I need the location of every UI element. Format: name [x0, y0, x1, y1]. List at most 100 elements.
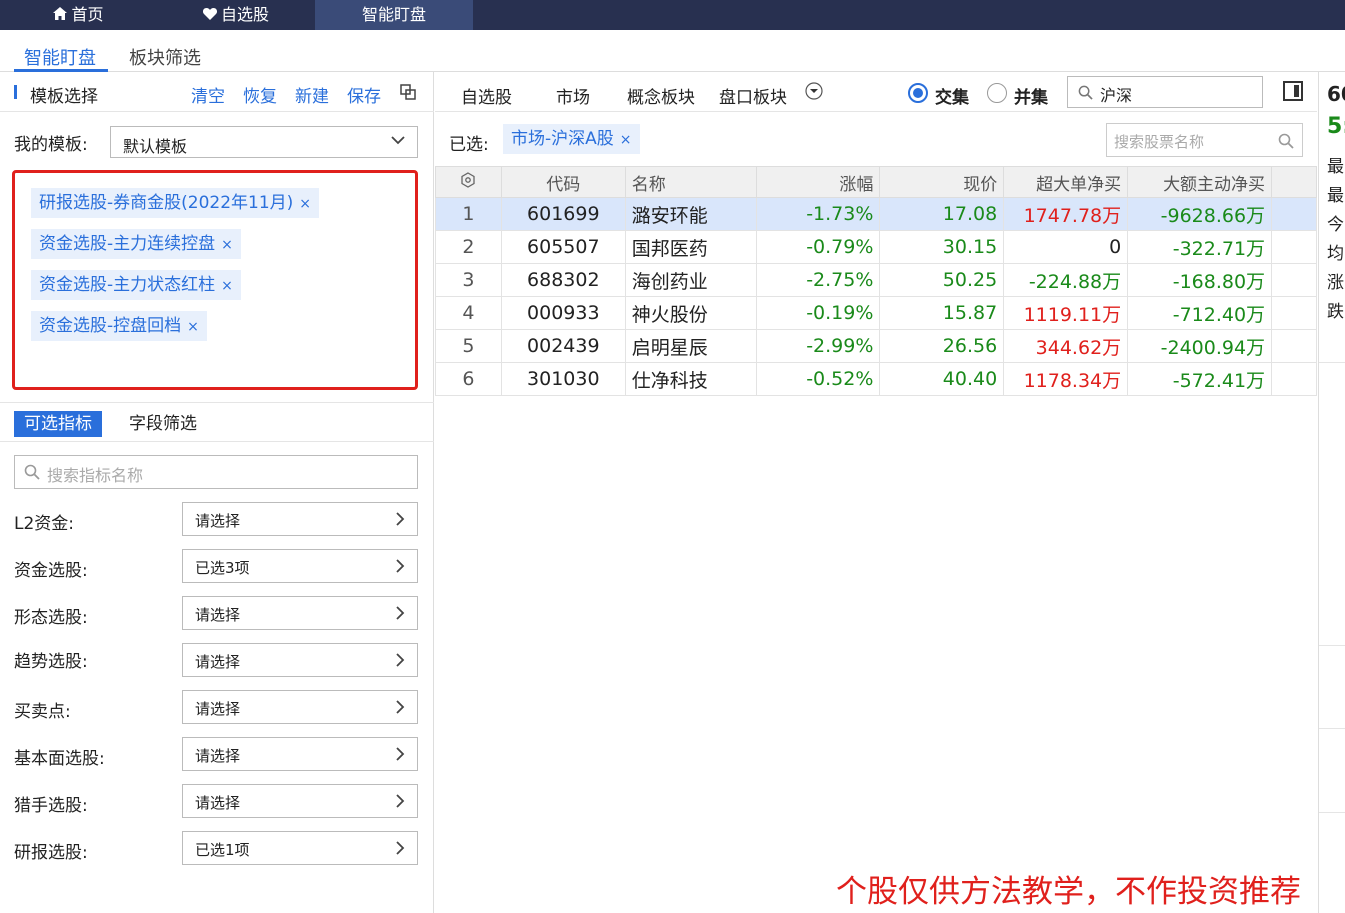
stock-code: 000933 [500, 296, 626, 330]
stock-code: 601699 [500, 197, 626, 231]
big-active-net-buy: -168.80万 [1127, 263, 1273, 297]
tab-available-indicators[interactable]: 可选指标 [14, 411, 102, 437]
table-row[interactable]: 2 605507 国邦医药 -0.79% 30.15 0 -322.71万 [435, 230, 1317, 264]
template-tag-label: 资金选股-主力状态红柱 [39, 275, 216, 295]
filter-select[interactable]: 请选择 [182, 690, 418, 724]
template-header: 模板选择 清空 恢复 新建 保存 [0, 72, 434, 112]
selected-market-tag[interactable]: 市场-沪深A股 × [503, 124, 640, 154]
column-header-big-active-net-buy[interactable]: 大额主动净买 [1127, 166, 1273, 198]
column-header-name[interactable]: 名称 [624, 166, 757, 198]
search-icon [1078, 85, 1093, 100]
tab-home[interactable]: 首页 [0, 0, 157, 30]
table-row[interactable]: 6 301030 仕净科技 -0.52% 40.40 1178.34万 -572.41万 [435, 362, 1317, 396]
clear-button[interactable]: 清空 [191, 82, 225, 107]
selected-template-box: 研报选股-券商金股(2022年11月) × 资金选股-主力连续控盘 × 资金选股-主… [12, 170, 418, 390]
market-tab-bar: 自选股 市场 概念板块 盘口板块 交集 并集 沪深 [435, 72, 1317, 112]
column-header-price[interactable]: 现价 [879, 166, 1005, 198]
filter-select[interactable]: 请选择 [182, 502, 418, 536]
indicator-search-placeholder: 搜索指标名称 [47, 466, 144, 485]
filter-label: 趋势选股: [14, 652, 88, 672]
settings-icon[interactable] [460, 171, 476, 188]
template-tag[interactable]: 资金选股-控盘回档 × [31, 311, 207, 341]
my-template-label: 我的模板: [14, 135, 88, 155]
table-row[interactable]: 3 688302 海创药业 -2.75% 50.25 -224.88万 -168.80万 [435, 263, 1317, 297]
remove-tag-icon[interactable]: × [221, 278, 233, 294]
indicator-search-input[interactable]: 搜索指标名称 [14, 455, 418, 489]
divider [1319, 728, 1345, 729]
divider [1319, 812, 1345, 813]
tab-concept-sector[interactable]: 概念板块 [627, 83, 695, 108]
chevron-right-icon [396, 512, 405, 526]
restore-button[interactable]: 恢复 [243, 82, 277, 107]
column-header-change[interactable]: 涨幅 [755, 166, 881, 198]
tab-watchlist[interactable]: 自选股 [157, 0, 315, 30]
filter-select[interactable]: 请选择 [182, 737, 418, 771]
radio-union[interactable] [987, 83, 1007, 103]
copy-icon[interactable] [400, 84, 416, 100]
chevron-right-icon [396, 841, 405, 855]
subtab-smart-monitor[interactable]: 智能盯盘 [24, 44, 96, 70]
row-index: 4 [435, 296, 502, 330]
column-header-super-net-buy[interactable]: 超大单净买 [1003, 166, 1129, 198]
filter-label: 资金选股: [14, 561, 88, 581]
table-row[interactable]: 1 601699 潞安环能 -1.73% 17.08 1747.78万 -9628.66万 [435, 197, 1317, 231]
tab-field-filter[interactable]: 字段筛选 [119, 411, 207, 437]
filter-value: 请选择 [195, 606, 241, 624]
stock-table: 代码 名称 涨幅 现价 超大单净买 大额主动净买 1 601699 潞安环能 -1.7… [435, 166, 1317, 396]
template-tag[interactable]: 研报选股-券商金股(2022年11月) × [31, 188, 320, 218]
subtab-sector-filter[interactable]: 板块筛选 [129, 44, 201, 70]
home-icon [53, 7, 68, 20]
row-spacer [1271, 263, 1317, 297]
chevron-right-icon [396, 747, 405, 761]
my-template-value: 默认模板 [123, 137, 188, 156]
tab-market[interactable]: 市场 [556, 83, 590, 108]
dropdown-circle-icon[interactable] [805, 82, 823, 100]
stock-price: 26.56 [879, 329, 1005, 363]
detail-field-label: 今 [1327, 215, 1344, 235]
row-spacer [1271, 362, 1317, 396]
remove-tag-icon[interactable]: × [620, 132, 632, 148]
chevron-right-icon [396, 700, 405, 714]
filter-select[interactable]: 请选择 [182, 784, 418, 818]
filter-select[interactable]: 请选择 [182, 643, 418, 677]
tab-smart-monitor-label: 智能盯盘 [361, 5, 426, 24]
template-tag[interactable]: 资金选股-主力状态红柱 × [31, 270, 241, 300]
table-header-row: 代码 名称 涨幅 现价 超大单净买 大额主动净买 [435, 166, 1317, 198]
row-spacer [1271, 230, 1317, 264]
column-header-code[interactable]: 代码 [500, 166, 626, 198]
settings-column-header[interactable] [435, 166, 502, 198]
detail-field-label: 均 [1327, 244, 1344, 264]
tab-smart-monitor[interactable]: 智能盯盘 [315, 0, 473, 30]
template-tag-label: 资金选股-主力连续控盘 [39, 234, 216, 254]
filter-label: 买卖点: [14, 702, 71, 722]
panel-toggle-icon[interactable] [1283, 81, 1303, 101]
stock-search-input[interactable]: 搜索股票名称 [1106, 123, 1303, 157]
big-active-net-buy: -712.40万 [1127, 296, 1273, 330]
market-search-input[interactable]: 沪深 [1067, 76, 1263, 108]
chevron-down-icon [391, 136, 405, 145]
remove-tag-icon[interactable]: × [187, 319, 199, 335]
remove-tag-icon[interactable]: × [221, 237, 233, 253]
stock-search-placeholder: 搜索股票名称 [1114, 133, 1205, 151]
new-button[interactable]: 新建 [295, 82, 329, 107]
filter-select[interactable]: 已选3项 [182, 549, 418, 583]
my-template-select[interactable]: 默认模板 [110, 126, 418, 158]
tab-board-sector[interactable]: 盘口板块 [719, 83, 787, 108]
filter-label: 基本面选股: [14, 749, 105, 769]
big-active-net-buy: -322.71万 [1127, 230, 1273, 264]
tab-watchlist-stocks[interactable]: 自选股 [461, 83, 512, 108]
results-panel: 自选股 市场 概念板块 盘口板块 交集 并集 沪深 已选: 市场-沪深A股 × 搜… [435, 72, 1317, 913]
remove-tag-icon[interactable]: × [299, 196, 311, 212]
save-button[interactable]: 保存 [347, 82, 381, 107]
table-row[interactable]: 4 000933 神火股份 -0.19% 15.87 1119.11万 -712.40万 [435, 296, 1317, 330]
radio-intersect[interactable] [908, 83, 928, 103]
filter-select[interactable]: 已选1项 [182, 831, 418, 865]
table-row[interactable]: 5 002439 启明星辰 -2.99% 26.56 344.62万 -2400.94万 [435, 329, 1317, 363]
template-tag[interactable]: 资金选股-主力连续控盘 × [31, 229, 241, 259]
filter-select[interactable]: 请选择 [182, 596, 418, 630]
stock-name: 海创药业 [624, 263, 757, 297]
stock-price: 15.87 [879, 296, 1005, 330]
detail-stock-code: 60 [1327, 82, 1345, 106]
detail-field-label: 最 [1327, 186, 1344, 206]
stock-change: -0.79% [755, 230, 881, 264]
